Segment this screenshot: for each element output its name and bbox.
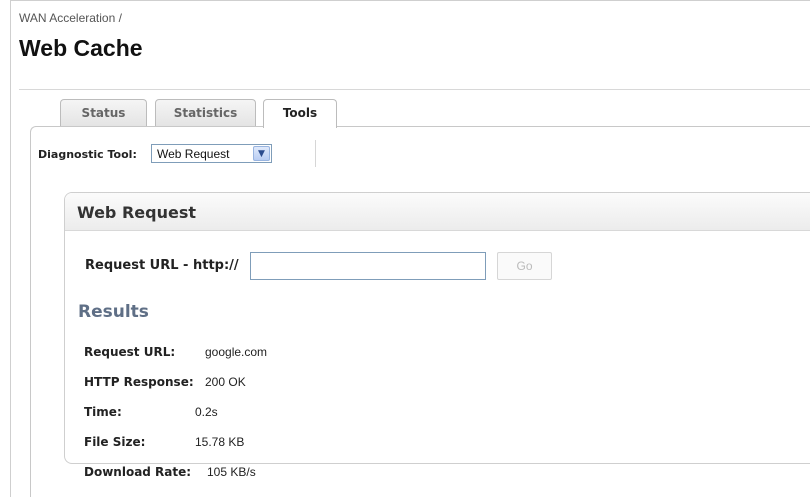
chevron-down-icon[interactable]: ▼ [253,146,270,161]
web-request-panel [64,192,810,464]
result-value-time: 0.2s [195,405,218,419]
result-value-file-size: 15.78 KB [195,435,245,449]
frame-top-border [10,0,810,1]
result-value-http-response: 200 OK [205,375,246,389]
frame-left-border [10,0,11,497]
tab-statistics[interactable]: Statistics [155,99,256,126]
go-button[interactable]: Go [497,252,552,280]
request-url-label: Request URL - http:// [85,258,239,273]
diagnostic-tool-select[interactable]: Web Request ▼ [151,144,272,163]
result-label-file-size: File Size: [84,435,146,449]
page-title: Web Cache [19,35,143,61]
breadcrumb[interactable]: WAN Acceleration / [19,11,122,25]
title-divider [19,89,810,90]
results-title: Results [78,302,149,322]
result-label-time: Time: [84,405,122,419]
tab-tools[interactable]: Tools [263,99,337,128]
toolbar-divider [315,140,316,167]
result-label-download-rate: Download Rate: [84,465,192,479]
request-url-input[interactable] [250,252,486,280]
result-value-download-rate: 105 KB/s [207,465,256,479]
diagnostic-tool-selected-value: Web Request [157,147,230,161]
result-label-request-url: Request URL: [84,345,176,359]
panel-title: Web Request [77,203,196,222]
result-value-request-url: google.com [205,345,268,359]
result-label-http-response: HTTP Response: [84,375,194,389]
tab-status[interactable]: Status [60,99,147,126]
diagnostic-tool-label: Diagnostic Tool: [38,148,137,161]
